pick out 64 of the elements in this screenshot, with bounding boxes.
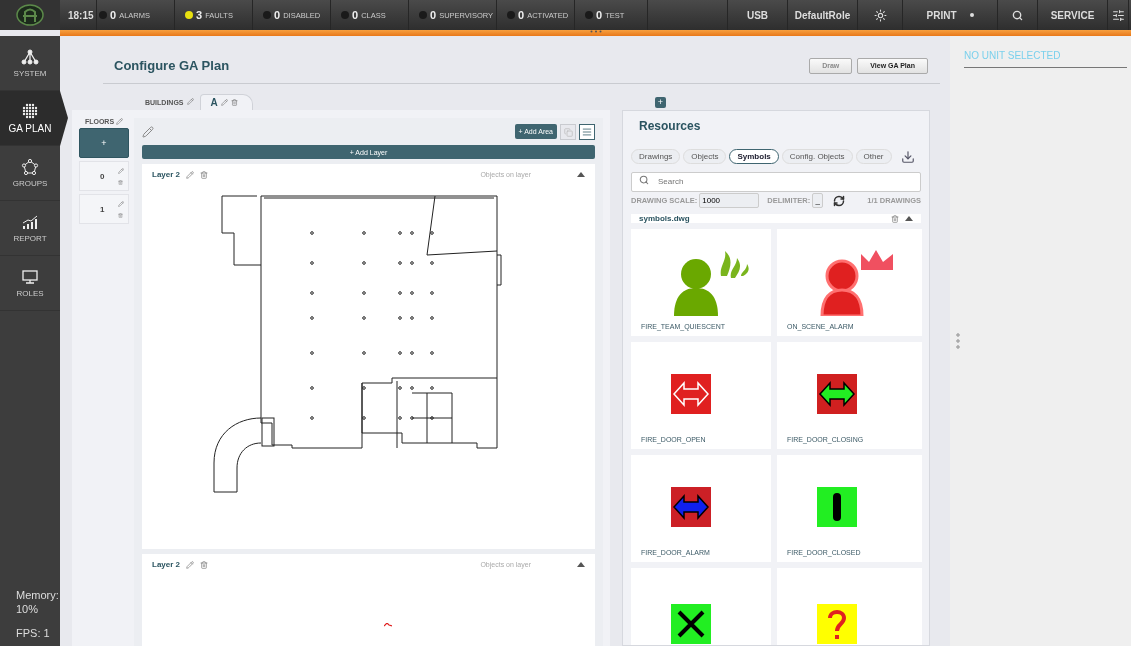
logo-icon (16, 4, 44, 26)
add-building-button[interactable]: + (655, 97, 666, 108)
bar-chart-icon (21, 213, 39, 230)
search-icon[interactable] (1012, 9, 1023, 21)
symbol-card[interactable] (631, 568, 771, 645)
resource-tab[interactable]: Drawings (631, 149, 681, 164)
trash-icon (230, 99, 238, 106)
view-toggle[interactable] (579, 124, 595, 140)
page-title: Configure GA Plan (114, 58, 230, 73)
layer-name: Layer 2 (152, 560, 181, 569)
sidebar-item[interactable]: ROLES (0, 256, 60, 311)
pentagon-nodes-icon (21, 158, 39, 175)
sidebar-item[interactable]: GROUPS (0, 146, 60, 201)
copy-icon (563, 127, 573, 137)
resource-tab[interactable]: Symbols (729, 149, 779, 164)
sidebar-item[interactable]: REPORT (0, 201, 60, 256)
clock-time: 18:15 (68, 9, 94, 21)
list-icon (582, 127, 592, 137)
pencil-icon[interactable] (142, 126, 154, 138)
trash-icon[interactable] (200, 170, 209, 179)
search-field[interactable]: Search (631, 171, 921, 192)
memory-usage: Memory: 10% (16, 588, 56, 616)
add-floor-button[interactable]: + (79, 128, 129, 158)
brightness-icon[interactable] (873, 8, 887, 22)
resize-handle-icon[interactable] (956, 333, 960, 349)
trash-icon (118, 212, 123, 218)
trash-icon (118, 179, 123, 185)
import-icon[interactable] (901, 149, 915, 164)
resource-tab[interactable]: Objects (683, 149, 727, 164)
pencil-icon[interactable] (186, 98, 194, 105)
question-mark-icon (817, 603, 857, 644)
pencil-icon[interactable] (186, 560, 195, 569)
fps-counter: FPS: 1 (16, 626, 51, 640)
file-name: symbols.dwg (639, 214, 690, 223)
pencil-icon[interactable] (186, 170, 195, 179)
cross-icon (671, 603, 711, 644)
pencil-icon[interactable] (116, 118, 124, 125)
resource-tab[interactable]: Config. Objects (781, 149, 853, 164)
pencil-icon (118, 167, 124, 174)
floor-item[interactable]: 0 (79, 161, 129, 191)
monitor-icon (21, 268, 39, 285)
trash-icon[interactable] (891, 214, 899, 223)
building-tab[interactable]: A (199, 94, 253, 110)
collapse-caret-icon[interactable] (577, 172, 585, 177)
network-icon (21, 48, 39, 65)
vertical-bar-icon (817, 487, 857, 527)
delimiter-input[interactable]: _ (812, 193, 824, 208)
pencil-icon (220, 99, 228, 106)
menu-icon[interactable] (1111, 8, 1125, 22)
unit-status: NO UNIT SELECTED (964, 50, 1127, 68)
resource-tab[interactable]: Other (855, 149, 892, 164)
pencil-icon (118, 200, 124, 207)
scale-input[interactable]: 1000 (699, 193, 760, 208)
indicator-dot-icon (969, 13, 974, 17)
trash-icon[interactable] (200, 560, 209, 569)
floor-item[interactable]: 1 (79, 194, 129, 224)
collapse-caret-icon[interactable] (905, 216, 913, 221)
dot-grid-icon (21, 102, 39, 119)
panel-title: Resources (639, 119, 702, 133)
layer-name: Layer 2 (152, 170, 181, 179)
collapse-caret-icon[interactable] (577, 562, 585, 567)
refresh-icon[interactable] (833, 194, 846, 207)
more-dots-icon[interactable] (589, 30, 602, 33)
squiggle-mark-icon (384, 623, 392, 627)
